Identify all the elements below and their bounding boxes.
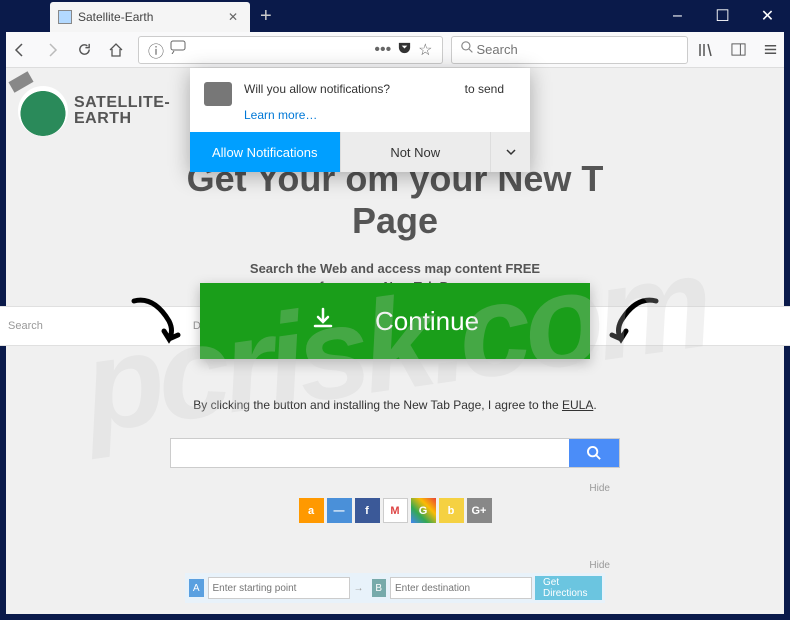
directions-row: A → B Get Directions: [185, 573, 605, 603]
link-icon-2[interactable]: —: [327, 498, 352, 523]
not-now-button[interactable]: Not Now: [340, 132, 491, 172]
notification-popup: Will you allow notifications? to send Le…: [190, 68, 530, 172]
back-button[interactable]: [6, 36, 34, 64]
search-bar[interactable]: [451, 36, 688, 64]
download-icon: [311, 306, 335, 337]
browser-toolbar: ⓘ ••• ☆: [0, 32, 790, 68]
amazon-icon[interactable]: a: [299, 498, 324, 523]
search-icon: [461, 41, 474, 59]
arrow-right-icon: [606, 291, 666, 351]
address-bar[interactable]: ⓘ ••• ☆: [138, 36, 443, 64]
bing-icon[interactable]: b: [439, 498, 464, 523]
google-maps-icon[interactable]: G: [411, 498, 436, 523]
point-b-marker: B: [372, 579, 387, 597]
notification-bubble-icon: [204, 82, 232, 106]
site-info-icon[interactable]: ⓘ: [148, 38, 164, 62]
tab-close-icon[interactable]: ✕: [224, 10, 242, 24]
web-search-bar[interactable]: [170, 438, 620, 468]
continue-button[interactable]: Continue: [200, 283, 590, 359]
window-controls: – ☐ ✕: [655, 0, 790, 32]
logo-text: SATELLITE-EARTH: [74, 95, 170, 127]
satellite-icon: [8, 71, 33, 92]
search-input[interactable]: [477, 42, 681, 57]
page-actions-icon[interactable]: •••: [374, 41, 391, 59]
permission-icon[interactable]: [170, 40, 186, 59]
tab-title: Satellite-Earth: [78, 10, 224, 24]
learn-more-link[interactable]: Learn more…: [244, 108, 504, 122]
web-search-input[interactable]: [171, 439, 569, 467]
point-a-marker: A: [189, 579, 204, 597]
gplus-icon[interactable]: G+: [467, 498, 492, 523]
disclaimer-text: By clicking the button and installing th…: [0, 398, 790, 412]
site-logo: SATELLITE-EARTH: [18, 86, 170, 136]
reload-button[interactable]: [70, 36, 98, 64]
quick-links: a — f M G b G+: [0, 498, 790, 523]
notification-question: Will you allow notifications?: [244, 82, 390, 96]
forward-button[interactable]: [38, 36, 66, 64]
library-icon[interactable]: [692, 36, 720, 64]
destination-input[interactable]: [390, 577, 532, 599]
cta-row: Continue: [0, 283, 790, 359]
continue-label: Continue: [375, 306, 479, 337]
notification-sender: to send: [465, 82, 504, 96]
new-tab-button[interactable]: +: [250, 5, 282, 28]
allow-notifications-button[interactable]: Allow Notifications: [190, 132, 340, 172]
arrow-left-icon: [124, 291, 184, 351]
browser-tab[interactable]: Satellite-Earth ✕: [50, 2, 250, 32]
facebook-icon[interactable]: f: [355, 498, 380, 523]
swap-icon[interactable]: →: [350, 583, 368, 594]
window-titlebar: Satellite-Earth ✕ + – ☐ ✕: [0, 0, 790, 32]
gmail-icon[interactable]: M: [383, 498, 408, 523]
maximize-button[interactable]: ☐: [700, 0, 745, 32]
start-point-input[interactable]: [208, 577, 350, 599]
tab-favicon: [58, 10, 72, 24]
eula-link[interactable]: EULA: [562, 398, 593, 412]
window-border: [0, 614, 790, 620]
minimize-button[interactable]: –: [655, 0, 700, 32]
sidebar-icon[interactable]: [724, 36, 752, 64]
notification-chevron-icon[interactable]: [490, 132, 530, 172]
earth-icon: [18, 86, 68, 136]
bookmark-star-icon[interactable]: ☆: [418, 40, 432, 60]
hide-link-1[interactable]: Hide: [589, 483, 610, 494]
web-search-button[interactable]: [569, 439, 619, 467]
menu-icon[interactable]: [756, 36, 784, 64]
hide-link-2[interactable]: Hide: [589, 560, 610, 571]
pocket-icon[interactable]: [397, 40, 412, 60]
home-button[interactable]: [102, 36, 130, 64]
get-directions-button[interactable]: Get Directions: [535, 576, 602, 600]
